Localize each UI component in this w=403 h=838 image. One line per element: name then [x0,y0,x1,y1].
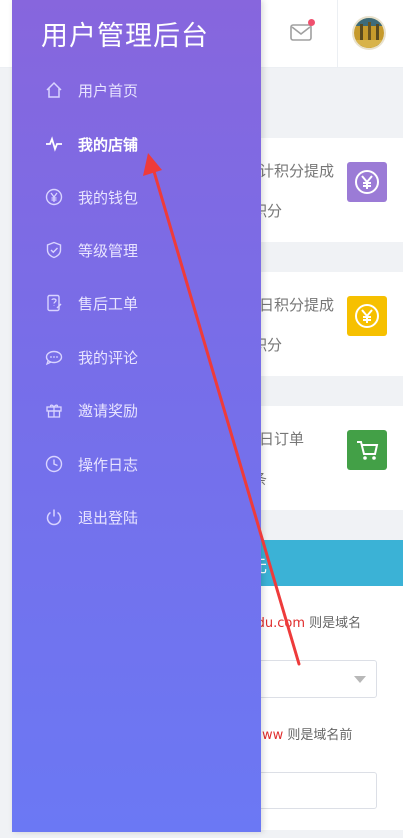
home-icon [46,81,62,98]
sidebar-item-wallet[interactable]: 我的钱包 [12,177,261,217]
ticket-icon [47,294,62,312]
sidebar-item-label: 退出登陆 [78,509,139,527]
prefix-tip: ww 则是域名前 [262,724,352,743]
domain-tip-text: 则是域名 [305,616,362,631]
sidebar-item-label: 用户首页 [78,82,139,100]
cart-icon [347,430,387,470]
notification-dot [308,19,315,26]
sidebar-drawer: 用户管理后台 用户首页 我的店铺 我的钱包 等级管理 售后工单 我的评论 邀请奖… [12,0,261,832]
sidebar-item-my-shop[interactable]: 我的店铺 [12,124,261,164]
mail-icon[interactable] [290,19,315,41]
yen-icon [347,296,387,336]
pulse-icon [46,136,62,152]
sidebar-item-home[interactable]: 用户首页 [12,70,261,110]
power-icon [46,509,62,526]
app-title: 用户管理后台 [41,21,209,52]
chevron-down-icon [354,676,366,683]
gift-icon [46,404,62,418]
shield-check-icon [46,241,62,259]
sidebar-item-level[interactable]: 等级管理 [12,230,261,270]
sidebar-item-label: 等级管理 [78,242,139,260]
sidebar-item-label: 我的店铺 [78,136,139,154]
prefix-tip-text: 则是域名前 [283,728,353,743]
sidebar-item-label: 我的钱包 [78,189,139,207]
sidebar-item-invite[interactable]: 邀请奖励 [12,390,261,430]
topbar-divider [337,0,338,68]
sidebar-item-aftersale[interactable]: 售后工单 [12,283,261,323]
comment-icon [45,350,63,366]
sidebar-item-comments[interactable]: 我的评论 [12,337,261,377]
sidebar-item-label: 操作日志 [78,456,139,474]
sidebar-item-logout[interactable]: 退出登陆 [12,497,261,537]
yen-circle-icon [45,188,63,206]
prefix-tip-highlight: ww [262,728,284,743]
clock-icon [45,455,63,473]
sidebar-item-label: 邀请奖励 [78,402,139,420]
domain-tip: idu.com 则是域名 [253,612,361,631]
sidebar-item-label: 我的评论 [78,349,139,367]
avatar[interactable] [352,16,386,50]
sidebar-item-label: 售后工单 [78,295,139,313]
sidebar-item-log[interactable]: 操作日志 [12,444,261,484]
yen-icon [347,162,387,202]
